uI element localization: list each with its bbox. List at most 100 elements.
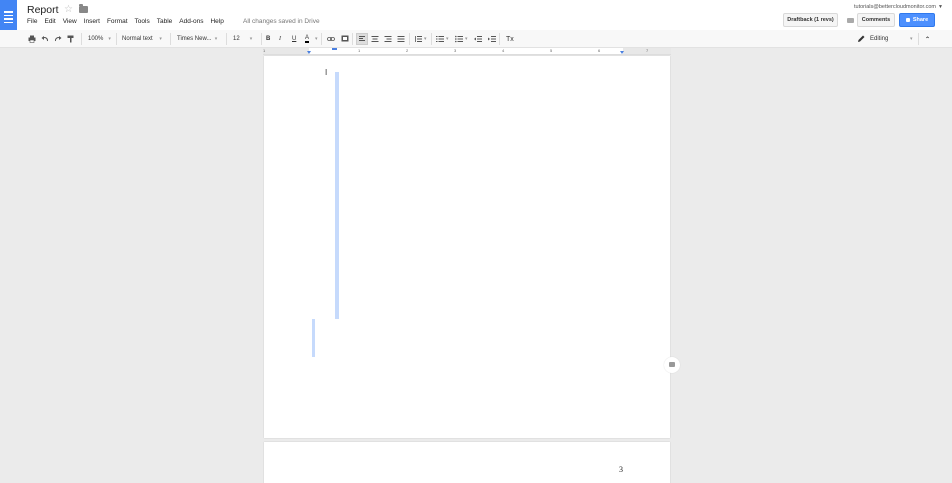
editing-mode-select[interactable]: Editing — [870, 34, 888, 44]
ruler-label: 5 — [550, 48, 553, 53]
text-selection-highlight — [335, 72, 339, 319]
chevron-down-icon: ▾ — [159, 36, 162, 42]
comments-button[interactable]: Comments — [857, 13, 895, 27]
redo-icon[interactable] — [54, 35, 62, 43]
pencil-icon[interactable] — [857, 35, 865, 43]
style-value: Normal text — [122, 36, 153, 42]
menu-format[interactable]: Format — [107, 18, 128, 28]
collapse-menu-icon[interactable]: ⌃ — [925, 34, 930, 44]
lock-icon — [905, 18, 910, 22]
align-left-icon — [359, 36, 365, 37]
toolbar-separator — [431, 33, 432, 45]
menu-view[interactable]: View — [63, 18, 77, 28]
toolbar-separator — [321, 33, 322, 45]
increase-indent-icon[interactable] — [488, 35, 496, 43]
chevron-down-icon: ▾ — [249, 36, 253, 42]
align-left-icon-line — [359, 40, 365, 41]
chevron-down-icon: ▾ — [214, 36, 218, 42]
toolbar-separator — [352, 33, 353, 45]
docs-home-icon[interactable] — [0, 0, 17, 30]
chevron-down-icon[interactable]: ▾ — [465, 34, 468, 44]
share-button[interactable]: Share — [899, 13, 935, 27]
menu-edit[interactable]: Edit — [44, 18, 55, 28]
ruler-label: 2 — [406, 48, 409, 53]
align-justify-icon[interactable] — [397, 35, 405, 43]
underline-button[interactable]: U — [292, 34, 296, 44]
toolbar: 100% ▾ Normal text ▾ Times New... ▾ 12 ▾… — [0, 30, 952, 48]
document-page[interactable] — [264, 56, 670, 438]
font-size-value: 12 — [233, 36, 240, 42]
ruler-left-margin — [263, 48, 309, 54]
comment-icon[interactable] — [847, 18, 854, 23]
draftback-button[interactable]: Draftback (1 revs) — [783, 13, 838, 27]
menu-tools[interactable]: Tools — [135, 18, 150, 28]
bulleted-list-icon[interactable] — [455, 35, 463, 43]
print-icon[interactable] — [28, 35, 36, 43]
bold-button[interactable]: B — [266, 34, 270, 44]
toolbar-separator — [409, 33, 410, 45]
star-icon[interactable]: ☆ — [64, 4, 73, 16]
decrease-indent-icon[interactable] — [474, 35, 482, 43]
toolbar-separator — [499, 33, 500, 45]
document-page[interactable] — [264, 442, 670, 483]
link-icon[interactable] — [327, 35, 335, 43]
align-left-icon-line — [359, 38, 363, 39]
zoom-value: 100% — [88, 36, 104, 42]
header: Report ☆ File Edit View Insert Format To… — [0, 0, 952, 30]
account-dropdown-icon[interactable]: ▼ — [938, 4, 943, 10]
ruler-label: 4 — [502, 48, 505, 53]
toolbar-separator — [81, 33, 82, 45]
right-indent-marker[interactable] — [620, 51, 624, 54]
editing-mode-value: Editing — [870, 36, 889, 42]
toolbar-separator — [918, 33, 919, 45]
first-line-indent-marker[interactable] — [332, 48, 337, 50]
toolbar-separator — [116, 33, 117, 45]
text-selection-highlight — [312, 319, 315, 357]
numbered-list-icon[interactable] — [436, 35, 444, 43]
undo-icon[interactable] — [41, 35, 49, 43]
toolbar-separator — [261, 33, 262, 45]
comment-add-icon[interactable] — [341, 35, 349, 43]
chevron-down-icon[interactable]: ▾ — [910, 34, 913, 44]
menu-table[interactable]: Table — [157, 18, 173, 28]
style-select[interactable]: Normal text ▾ — [122, 34, 162, 44]
font-size-select[interactable]: 12 ▾ — [233, 34, 252, 44]
align-center-icon[interactable] — [371, 35, 379, 43]
text-cursor-icon: I — [325, 68, 328, 77]
paint-format-icon[interactable] — [67, 35, 75, 43]
align-right-icon[interactable] — [384, 35, 392, 43]
font-value: Times New... — [177, 36, 212, 42]
toolbar-separator — [170, 33, 171, 45]
chevron-down-icon[interactable]: ▾ — [315, 34, 318, 44]
ruler[interactable]: 1 1 2 3 4 5 6 7 — [263, 48, 671, 55]
menu-addons[interactable]: Add-ons — [179, 18, 203, 28]
font-select[interactable]: Times New... ▾ — [177, 34, 217, 44]
ruler-label: 1 — [358, 48, 361, 53]
save-status[interactable]: All changes saved in Drive — [243, 18, 320, 25]
share-label: Share — [912, 17, 929, 23]
menu-help[interactable]: Help — [210, 18, 223, 28]
line-spacing-icon[interactable] — [414, 35, 422, 43]
document-title[interactable]: Report — [27, 4, 59, 16]
italic-button[interactable]: I — [279, 34, 281, 44]
user-email[interactable]: tutorials@bettercloudmonitor.com — [854, 4, 936, 10]
folder-icon[interactable] — [79, 4, 88, 13]
ruler-label: 7 — [646, 48, 649, 53]
toolbar-separator — [226, 33, 227, 45]
menu-file[interactable]: File — [27, 18, 37, 28]
align-left-button[interactable] — [356, 33, 368, 45]
text-color-button[interactable]: A — [305, 34, 310, 43]
add-comment-icon[interactable] — [664, 357, 680, 373]
menu-insert[interactable]: Insert — [84, 18, 100, 28]
zoom-select[interactable]: 100% ▾ — [88, 34, 111, 44]
chevron-down-icon[interactable]: ▾ — [424, 34, 427, 44]
chevron-down-icon[interactable]: ▾ — [446, 34, 449, 44]
menu-bar: File Edit View Insert Format Tools Table… — [27, 18, 224, 28]
chevron-down-icon: ▾ — [108, 36, 111, 42]
left-indent-marker[interactable] — [307, 51, 311, 54]
page-number: 3 — [619, 465, 623, 474]
ruler-label: 3 — [454, 48, 457, 53]
ruler-label: 6 — [598, 48, 601, 53]
clear-formatting-button[interactable]: Tx — [506, 34, 514, 44]
ruler-label: 1 — [263, 48, 266, 53]
